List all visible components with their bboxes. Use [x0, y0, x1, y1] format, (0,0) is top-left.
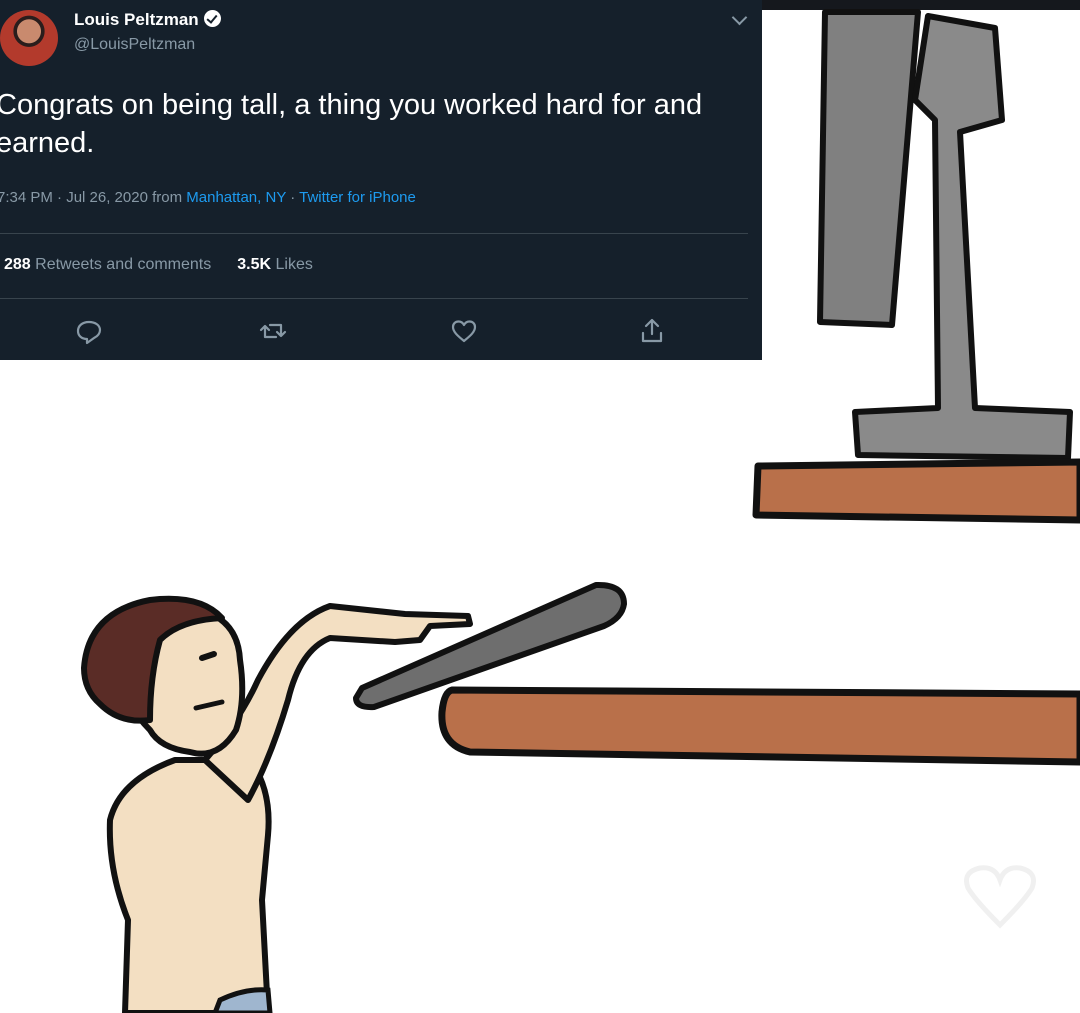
reply-icon	[76, 320, 102, 345]
retweets-count-link[interactable]: 288 Retweets and comments	[4, 256, 211, 273]
divider	[0, 233, 748, 234]
retweet-button[interactable]	[258, 316, 288, 346]
monitor-stand	[817, 9, 1073, 461]
tweet-client-link[interactable]: Twitter for iPhone	[299, 189, 416, 206]
reply-button[interactable]	[74, 316, 104, 346]
meme-image: Louis Peltzman @LouisPeltzman Congrats o…	[0, 0, 1080, 1013]
tweet-location-link[interactable]: Manhattan, NY	[186, 189, 286, 206]
likes-count-link[interactable]: 3.5K Likes	[237, 256, 313, 273]
tweet-text: Congrats on being tall, a thing you work…	[0, 89, 703, 159]
verified-badge-icon	[203, 10, 221, 27]
retweets-label: Retweets and comments	[35, 256, 212, 273]
likes-count: 3.5K	[237, 256, 272, 273]
person-arm	[202, 603, 473, 803]
tweet-timestamp[interactable]: 7:34 PM · Jul 26, 2020 from	[0, 189, 186, 206]
upper-shelf	[752, 458, 1080, 524]
chevron-down-icon[interactable]	[731, 9, 748, 26]
author-name-text: Louis Peltzman	[74, 10, 199, 29]
watermark-heart	[964, 865, 1036, 929]
share-button[interactable]	[637, 316, 667, 346]
author-name[interactable]: Louis Peltzman	[74, 10, 221, 30]
lower-shelf	[438, 686, 1080, 766]
divider	[0, 298, 748, 299]
meta-separator: ·	[286, 189, 300, 206]
tweet-meta: 7:34 PM · Jul 26, 2020 from Manhattan, N…	[0, 189, 416, 206]
avatar[interactable]	[0, 10, 58, 66]
like-button[interactable]	[449, 316, 479, 346]
tweet-card: Louis Peltzman @LouisPeltzman Congrats o…	[0, 0, 762, 360]
retweet-icon	[259, 323, 287, 339]
share-icon	[641, 318, 663, 343]
heart-icon	[451, 320, 477, 343]
likes-label: Likes	[275, 256, 313, 273]
author-handle[interactable]: @LouisPeltzman	[74, 36, 195, 54]
engagement-counts: 288 Retweets and comments 3.5K Likes	[4, 256, 313, 274]
retweets-count: 288	[4, 256, 31, 273]
